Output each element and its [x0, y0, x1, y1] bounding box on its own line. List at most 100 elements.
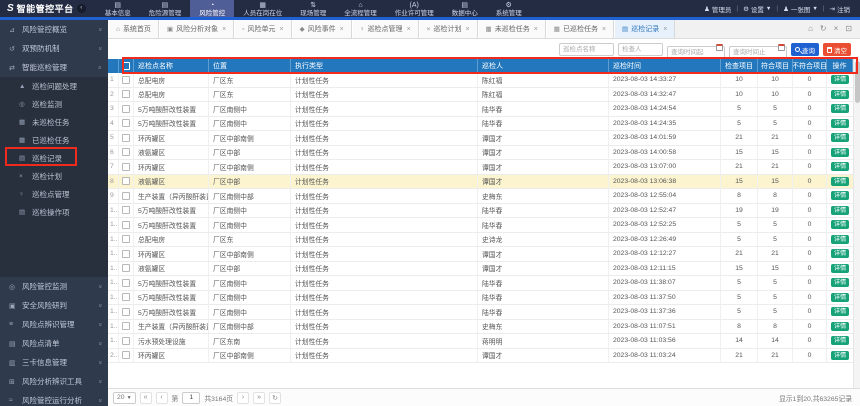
sidebar-group[interactable]: ◎ 风险管控监测 »: [0, 277, 108, 296]
sidebar-item[interactable]: ▦ 未巡检任务: [0, 113, 108, 131]
row-checkbox[interactable]: [122, 133, 130, 142]
home-icon[interactable]: ⌂: [808, 25, 813, 33]
detail-button[interactable]: 详情: [830, 307, 850, 317]
sidebar-item[interactable]: ♀ 巡检点管理: [0, 185, 108, 203]
detail-button[interactable]: 详情: [830, 278, 850, 288]
last-page-button[interactable]: »: [253, 391, 266, 404]
refresh-icon[interactable]: ↻: [820, 25, 827, 33]
detail-button[interactable]: 详情: [830, 162, 850, 172]
row-checkbox[interactable]: [122, 177, 130, 186]
select-all-checkbox[interactable]: [122, 62, 130, 70]
current-page-input[interactable]: 1: [182, 391, 201, 404]
row-checkbox[interactable]: [122, 293, 130, 302]
prev-page-button[interactable]: ‹: [155, 391, 168, 404]
tab[interactable]: ▦ 已巡检任务 ×: [545, 20, 615, 38]
table-row[interactable]: 1... 生产装置（异丙酸酐装置） 厂区南侧中部 计划性任务 史梅东 2023-…: [108, 319, 853, 334]
inspector-input[interactable]: [618, 43, 663, 56]
row-checkbox[interactable]: [122, 249, 130, 258]
table-row[interactable]: 1... 总配电房 厂区东 计划性任务 史诗龙 2023-08-03 12:26…: [108, 232, 853, 247]
tab-close-icon[interactable]: ×: [663, 26, 667, 33]
first-page-button[interactable]: «: [139, 391, 152, 404]
sidebar-item[interactable]: ▤ 巡检操作项: [0, 203, 108, 221]
time-to-input[interactable]: [729, 45, 787, 59]
detail-button[interactable]: 详情: [830, 249, 850, 259]
row-checkbox[interactable]: [122, 119, 130, 128]
row-checkbox[interactable]: [122, 322, 130, 331]
table-row[interactable]: 6 液氨罐区 厂区中部 计划性任务 谭国才 2023-08-03 14:00:5…: [108, 145, 853, 160]
detail-button[interactable]: 详情: [830, 336, 850, 346]
sidebar-collapse-button[interactable]: ‹: [76, 4, 86, 13]
sidebar-item[interactable]: ▦ 已巡检任务: [0, 131, 108, 149]
table-row[interactable]: 1... 5万吨酸酐改性装置 厂区南侧中 计划性任务 陆华春 2023-08-0…: [108, 218, 853, 233]
detail-button[interactable]: 详情: [830, 176, 850, 186]
clear-button[interactable]: 清空: [823, 43, 851, 56]
sidebar-group[interactable]: ⊞ 风险分析辨识工具 »: [0, 372, 108, 391]
table-row[interactable]: 1... 5万吨酸酐改性装置 厂区南侧中 计划性任务 陆华春 2023-08-0…: [108, 305, 853, 320]
detail-button[interactable]: 详情: [830, 75, 850, 85]
table-row[interactable]: 1... 5万吨酸酐改性装置 厂区南侧中 计划性任务 陆华春 2023-08-0…: [108, 290, 853, 305]
table-row[interactable]: 1... 环丙罐区 厂区中部南侧 计划性任务 谭国才 2023-08-03 12…: [108, 247, 853, 262]
point-name-input[interactable]: [559, 43, 614, 56]
tab[interactable]: ▦ 未巡检任务 ×: [477, 20, 546, 38]
row-checkbox[interactable]: [122, 351, 130, 360]
detail-button[interactable]: 详情: [830, 205, 850, 215]
fullscreen-icon[interactable]: ⊡: [845, 25, 852, 33]
nav-menu-item[interactable]: (A) 作业许可管理: [386, 0, 443, 17]
scrollbar-thumb[interactable]: [855, 61, 860, 103]
reload-button[interactable]: ↻: [269, 391, 282, 404]
table-row[interactable]: 4 5万吨酸酐改性装置 厂区南侧中 计划性任务 陆华春 2023-08-03 1…: [108, 116, 853, 131]
detail-button[interactable]: 详情: [830, 89, 850, 99]
detail-button[interactable]: 详情: [830, 350, 850, 360]
table-row[interactable]: 8 液氨罐区 厂区中部 计划性任务 谭国才 2023-08-03 13:06:3…: [108, 174, 853, 189]
row-checkbox[interactable]: [122, 206, 130, 215]
sidebar-item[interactable]: ▤ 巡检记录: [0, 149, 108, 167]
tab[interactable]: ▣ 风险分析对象 ×: [158, 20, 235, 38]
nav-menu-item[interactable]: ▤ 危险源管理: [140, 0, 191, 17]
table-row[interactable]: 3 5万吨酸酐改性装置 厂区南侧中 计划性任务 陆华春 2023-08-03 1…: [108, 102, 853, 117]
current-user[interactable]: ♟ 管理员: [704, 4, 731, 14]
row-checkbox[interactable]: [122, 90, 130, 99]
tab[interactable]: ▫ 风险单元 ×: [234, 20, 292, 38]
tab-close-icon[interactable]: ×: [222, 26, 226, 33]
sidebar-group[interactable]: ≡ 风险点辨识管理 »: [0, 315, 108, 334]
close-icon[interactable]: ×: [834, 25, 839, 33]
tab[interactable]: ◆ 风险事件 ×: [291, 20, 352, 38]
tab-close-icon[interactable]: ×: [602, 26, 606, 33]
nav-menu-item[interactable]: ⌂ 全流程管理: [335, 0, 386, 17]
row-checkbox[interactable]: [122, 191, 130, 200]
nav-menu-item[interactable]: ▦ 人员在岗在位: [234, 0, 291, 17]
detail-button[interactable]: 详情: [830, 292, 850, 302]
tab-close-icon[interactable]: ×: [280, 26, 284, 33]
nav-menu-item[interactable]: ▤ 数据中心: [443, 0, 487, 17]
detail-button[interactable]: 详情: [830, 118, 850, 128]
logout-button[interactable]: ⇥ 注销: [830, 4, 850, 14]
nav-menu-item[interactable]: ⇅ 现场管理: [291, 0, 335, 17]
tab[interactable]: ▤ 巡检记录 ×: [614, 20, 676, 38]
row-checkbox[interactable]: [122, 162, 130, 171]
detail-button[interactable]: 详情: [830, 147, 850, 157]
tab-close-icon[interactable]: ×: [340, 26, 344, 33]
row-checkbox[interactable]: [122, 278, 130, 287]
table-row[interactable]: 1... 5万吨酸酐改性装置 厂区南侧中 计划性任务 陆华春 2023-08-0…: [108, 276, 853, 291]
nav-menu-item[interactable]: ⚙ 系统管理: [487, 0, 531, 17]
settings-menu[interactable]: ⚙ 设置 ▼: [743, 4, 771, 14]
row-checkbox[interactable]: [122, 220, 130, 229]
table-row[interactable]: 5 环丙罐区 厂区中部南侧 计划性任务 谭国才 2023-08-03 14:01…: [108, 131, 853, 146]
time-from-input[interactable]: [667, 45, 725, 59]
page-size-select[interactable]: 20 ▼: [113, 391, 136, 404]
tab-close-icon[interactable]: ×: [407, 26, 411, 33]
search-button[interactable]: 查询: [791, 43, 819, 56]
table-row[interactable]: 9 生产装置（异丙酸酐装置） 厂区南侧中部 计划性任务 史梅东 2023-08-…: [108, 189, 853, 204]
sidebar-group[interactable]: ⊿ 风险管控概览 »: [0, 20, 108, 39]
sidebar-item[interactable]: ◎ 巡检监测: [0, 95, 108, 113]
next-page-button[interactable]: ›: [237, 391, 250, 404]
tab[interactable]: ♀ 巡检点管理 ×: [351, 20, 419, 38]
tab-close-icon[interactable]: ×: [465, 26, 469, 33]
row-checkbox[interactable]: [122, 104, 130, 113]
sidebar-item[interactable]: ▲ 巡检问题处理: [0, 77, 108, 95]
nav-menu-item[interactable]: ▤ 基本信息: [96, 0, 140, 17]
table-row[interactable]: 1... 液氨罐区 厂区中部 计划性任务 谭国才 2023-08-03 12:1…: [108, 261, 853, 276]
table-row[interactable]: 2 总配电房 厂区东 计划性任务 陈红福 2023-08-03 14:32:47…: [108, 87, 853, 102]
sidebar-item[interactable]: × 巡检计划: [0, 167, 108, 185]
detail-button[interactable]: 详情: [830, 191, 850, 201]
